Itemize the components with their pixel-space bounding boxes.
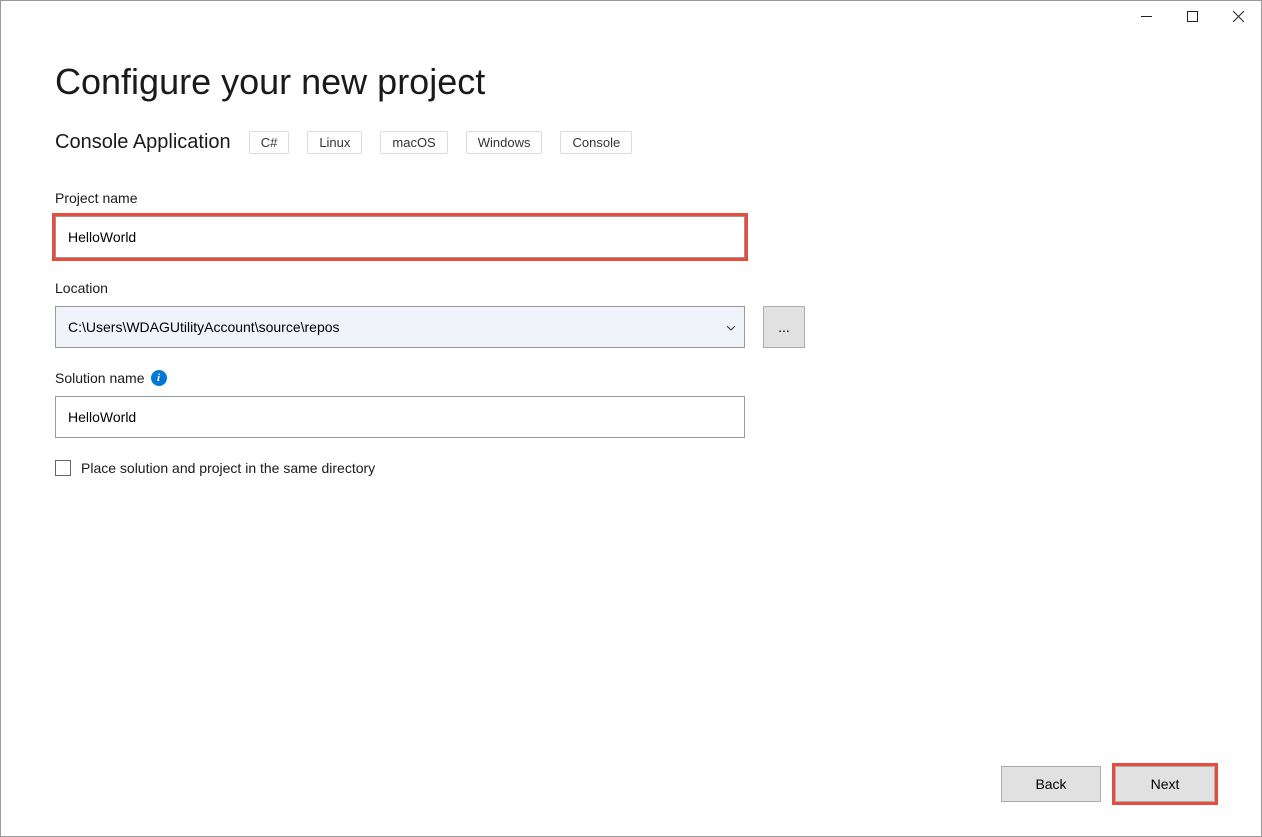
maximize-icon [1187,11,1198,22]
project-name-label: Project name [55,190,1207,206]
template-summary: Console Application C# Linux macOS Windo… [55,131,1207,154]
page-title: Configure your new project [55,61,1207,103]
location-combo[interactable] [55,306,745,348]
browse-button[interactable]: ... [763,306,805,348]
next-button[interactable]: Next [1115,766,1215,802]
solution-name-label: Solution name [55,370,145,386]
footer-buttons: Back Next [1001,766,1215,802]
solution-name-input[interactable] [55,396,745,438]
same-directory-label: Place solution and project in the same d… [81,460,375,476]
info-icon[interactable]: i [151,370,167,386]
template-tag: macOS [380,131,447,154]
maximize-button[interactable] [1169,1,1215,31]
minimize-icon [1141,16,1152,17]
close-button[interactable] [1215,1,1261,31]
location-label: Location [55,280,1207,296]
same-directory-checkbox[interactable] [55,460,71,476]
location-input[interactable] [55,306,745,348]
template-tag: Linux [307,131,362,154]
template-tag: C# [249,131,290,154]
window-controls [1123,1,1261,31]
template-name: Console Application [55,131,231,154]
project-name-input[interactable] [55,216,745,258]
template-tag: Windows [466,131,543,154]
minimize-button[interactable] [1123,1,1169,31]
template-tag: Console [560,131,632,154]
back-button[interactable]: Back [1001,766,1101,802]
close-icon [1233,11,1244,22]
